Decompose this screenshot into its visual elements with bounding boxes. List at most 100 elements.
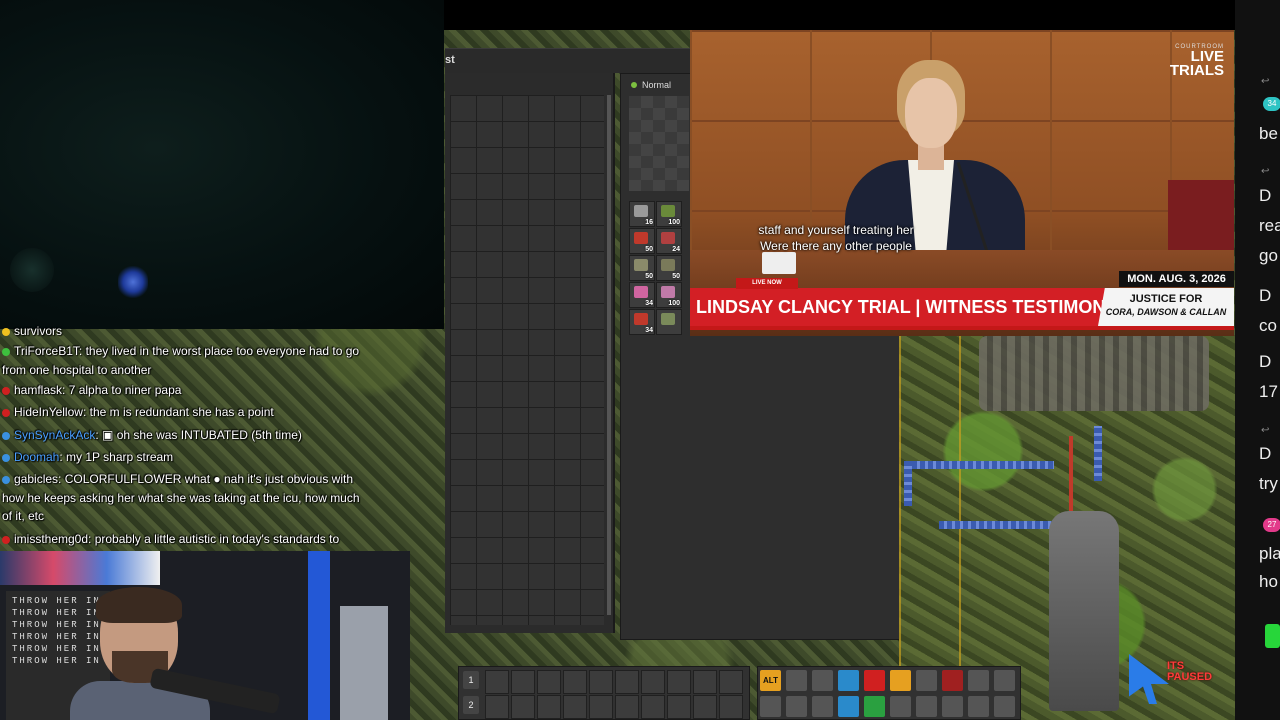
quickbar-slot[interactable] [563,670,587,694]
toolbar-shortcut-button[interactable] [760,696,781,717]
toolbar-shortcut-button[interactable] [786,670,807,691]
item-slot[interactable]: 100 [656,282,682,308]
quickbar-slot[interactable] [667,695,691,719]
quality-icon [631,82,637,88]
item-icon [634,232,648,244]
toolbar-shortcut-button[interactable] [916,670,937,691]
quickbar-row-2[interactable]: 2 [463,696,479,714]
quickbar-row-1[interactable]: 1 [463,671,479,689]
chat-text: : my 1P sharp stream [59,450,174,464]
item-slot[interactable]: 100 [656,201,682,227]
empty-preview-slot [629,96,689,191]
date-label: MON. AUG. 3, 2026 [1119,271,1234,287]
chat-username[interactable]: imissthemg0d [14,532,88,546]
toolbar-shortcut-button[interactable] [812,696,833,717]
toolbar-shortcut-button[interactable] [968,670,989,691]
item-icon [661,205,675,217]
toolbar-shortcut-button[interactable] [994,696,1015,717]
chat-fragment: be [1259,124,1278,143]
chat-username[interactable]: hamflask [14,383,62,397]
item-count: 100 [668,219,680,226]
chat-username[interactable]: TriForceB1T [14,344,79,358]
toolbar-shortcut-button[interactable] [812,670,833,691]
quickbar-slot[interactable] [641,670,665,694]
toolbar-shortcut-button[interactable] [786,696,807,717]
item-slot[interactable]: 34 [629,309,655,335]
quickbar-slot[interactable] [537,670,561,694]
quickbar-slot[interactable] [641,695,665,719]
factory-view[interactable]: ITS PAUSED [899,336,1235,720]
quickbar-slot[interactable] [511,695,535,719]
quickbar-slot[interactable] [667,670,691,694]
paused-line-2: PAUSED [1167,671,1213,683]
cursor-icon [1129,654,1169,704]
toolbar-shortcut-button[interactable] [864,696,885,717]
news-video: staff and yourself treating her Were the… [690,30,1234,336]
chat-text: of it, etc [2,509,45,523]
quickbar-slot[interactable] [615,670,639,694]
toolbar-shortcut-button[interactable] [890,670,911,691]
chat-message: gabicles: COLORFULFLOWER what ● nah it's… [2,470,422,489]
chat-text: : 7 alpha to niner papa [62,383,182,397]
video-subtitle: staff and yourself treating her Were the… [725,222,947,254]
chat-text: : ▣ oh she was INTUBATED (5th time) [95,428,302,442]
green-button[interactable] [1265,624,1280,648]
item-slot[interactable]: 34 [629,282,655,308]
quickbar-slot[interactable] [589,670,613,694]
chat-text: from one hospital to another [2,363,152,377]
quality-selector[interactable]: Normal [631,80,671,90]
side-chat-panel: ↩ 34 27 ↩ ↩ be Drea go Dco D 17 Dtry pla ho [1235,0,1280,720]
chat-message: SynSynAckAck: ▣ oh she was INTUBATED (5t… [2,426,422,445]
justice-panel: JUSTICE FOR CORA, DAWSON & CALLAN [1098,288,1234,326]
quickbar-slot[interactable] [485,670,509,694]
chat-overlay: survivors TriForceB1T: they lived in the … [0,322,440,550]
chat-username[interactable]: SynSynAckAck [14,428,95,442]
chat-text: survivors [14,324,63,338]
chat-badge-icon [2,431,10,440]
quickbar-slot[interactable] [615,695,639,719]
toolbar-shortcut-button[interactable] [838,670,859,691]
quickbar-slot[interactable] [511,670,535,694]
item-icon [661,313,675,325]
item-slot[interactable] [656,309,682,335]
chat-fragment: try [1259,474,1278,493]
alt-mode-button[interactable]: ALT [760,670,781,691]
toolbar-shortcut-button[interactable] [838,696,859,717]
toolbar-shortcut-button[interactable] [890,696,911,717]
toy-shelf [0,551,160,585]
inventory-grid[interactable] [450,95,604,625]
chat-text: : the m is redundant she has a point [82,405,274,419]
toolbar-shortcut-button[interactable] [994,670,1015,691]
toolbar-shortcut-button[interactable] [942,670,963,691]
inventory-scrollbar[interactable] [607,95,611,615]
badge-pill: 34 [1263,97,1280,111]
item-icon [634,205,648,217]
quickbar-slot[interactable] [537,695,561,719]
logo-line-2: TRIALS [1169,62,1224,79]
toolbar-shortcut-button[interactable] [942,696,963,717]
chat-username[interactable]: Doomah [14,450,59,464]
toolbar-shortcut-button[interactable] [864,670,885,691]
quickbar-slot[interactable] [693,670,717,694]
chat-username[interactable]: HideInYellow [14,405,83,419]
item-slot[interactable]: 50 [656,255,682,281]
quickbar-slot[interactable] [719,695,743,719]
toolbar-shortcut-button[interactable] [916,696,937,717]
chat-text: how he keeps asking her what she was tak… [2,491,360,505]
item-slot[interactable]: 24 [656,228,682,254]
quickbar-slot[interactable] [719,670,743,694]
toolbar-shortcut-button[interactable] [968,696,989,717]
quickbar-slot[interactable] [563,695,587,719]
chat-username[interactable]: gabicles [14,472,58,486]
chat-fragment: go [1259,246,1278,265]
inventory-titlebar: st [445,48,690,73]
item-icon [661,286,675,298]
quickbar-slot[interactable] [693,695,717,719]
item-slot[interactable]: 16 [629,201,655,227]
item-count: 24 [672,246,680,253]
item-slot[interactable]: 50 [629,255,655,281]
item-slot[interactable]: 50 [629,228,655,254]
dark-camera-feed [0,0,444,329]
quickbar-slot[interactable] [589,695,613,719]
quickbar-slot[interactable] [485,695,509,719]
